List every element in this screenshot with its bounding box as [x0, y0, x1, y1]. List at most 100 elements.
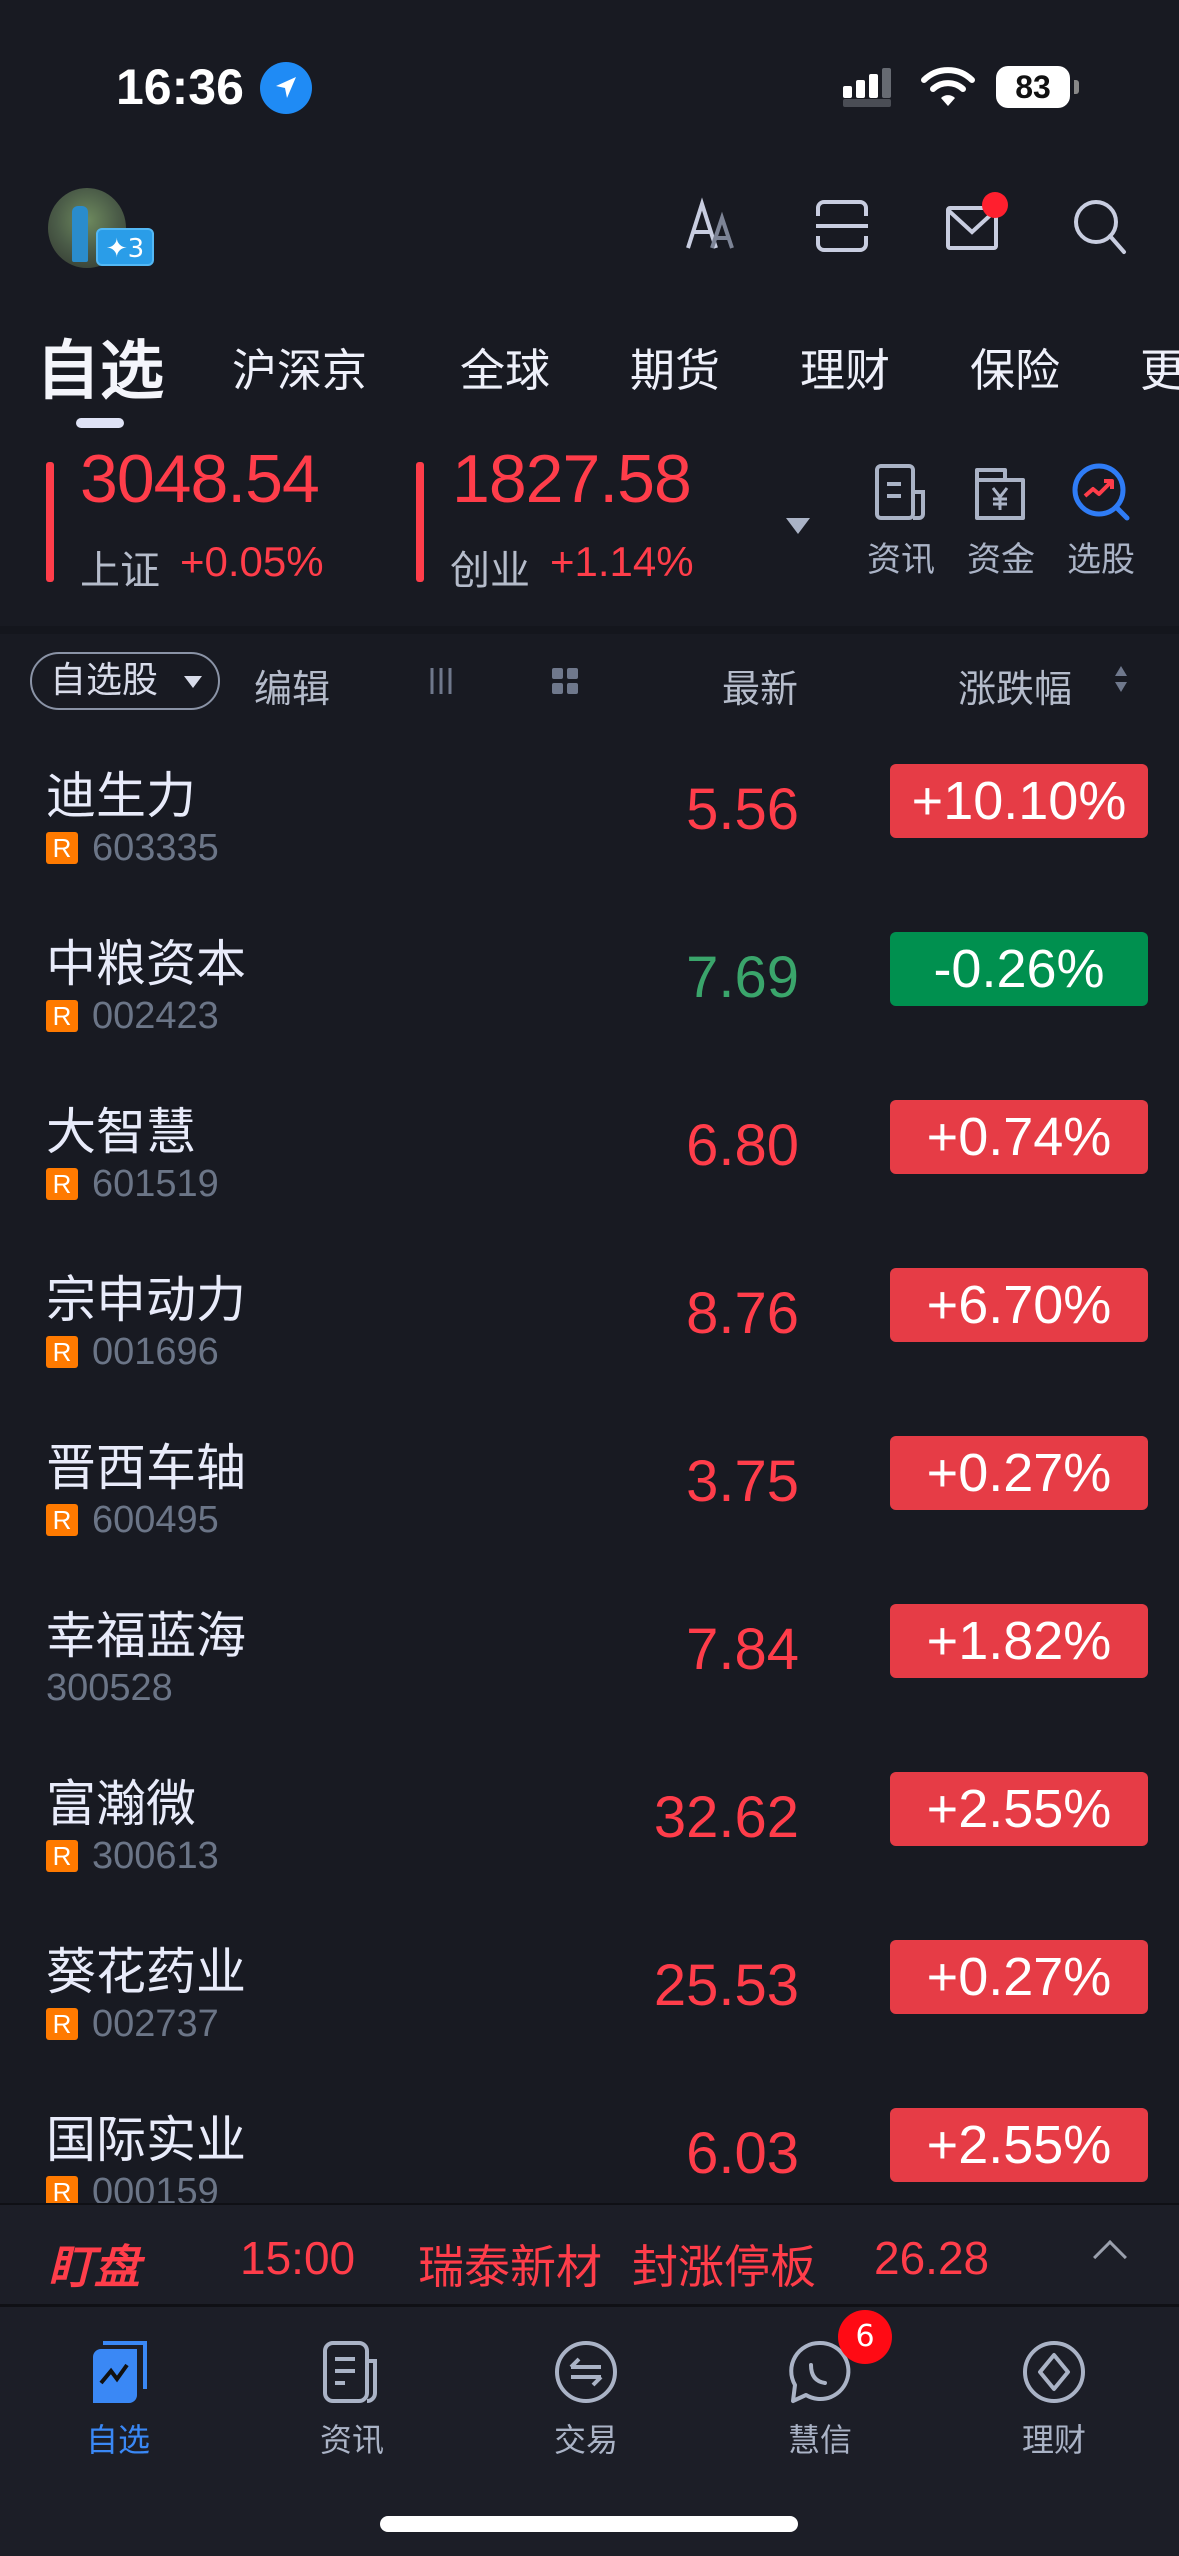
news-icon [282, 2339, 422, 2405]
column-latest[interactable]: 最新 [722, 658, 798, 713]
nav-wealth[interactable]: 理财 [984, 2339, 1124, 2461]
stock-change-badge[interactable]: +2.55% [890, 1772, 1148, 1846]
index-change: +0.05% [180, 538, 324, 585]
stock-code: 300613 [92, 1834, 219, 1877]
stock-name: 晋西车轴 [46, 1439, 246, 1497]
quick-fund-label: 资金 [967, 540, 1035, 580]
stock-code: 603335 [92, 826, 219, 869]
scan-icon[interactable] [812, 196, 872, 256]
trade-icon [516, 2339, 656, 2405]
nav-watchlist[interactable]: 自选 [48, 2339, 188, 2461]
stock-change-badge[interactable]: +10.10% [890, 764, 1148, 838]
status-bar: 16:36 83 [0, 0, 1179, 170]
status-time: 16:36 [116, 59, 244, 115]
stock-change-badge[interactable]: -0.26% [890, 932, 1148, 1006]
home-indicator[interactable] [380, 2516, 798, 2532]
edit-button[interactable]: 编辑 [254, 658, 330, 713]
tab-insurance[interactable]: 保险 [970, 334, 1060, 399]
fund-icon [956, 462, 1046, 522]
stock-price: 7.84 [686, 1617, 799, 1682]
list-header: 自选股 编辑 最新 涨跌幅 [0, 634, 1179, 726]
stock-row[interactable]: 国际实业 R 000159 6.03 +2.55% [0, 2070, 1179, 2204]
r-tag: R [46, 832, 78, 864]
stock-name: 宗申动力 [46, 1271, 246, 1329]
stock-price: 5.56 [686, 777, 799, 842]
stock-name: 大智慧 [46, 1103, 196, 1161]
ticker-logo: 盯盘 [48, 2240, 140, 2294]
stock-change-badge[interactable]: +1.82% [890, 1604, 1148, 1678]
stock-row[interactable]: 葵花药业 R 002737 25.53 +0.27% [0, 1902, 1179, 2070]
nav-news[interactable]: 资讯 [282, 2339, 422, 2461]
stock-row[interactable]: 大智慧 R 601519 6.80 +0.74% [0, 1062, 1179, 1230]
quick-news-label: 资讯 [867, 540, 935, 580]
font-size-icon[interactable] [682, 196, 742, 256]
r-tag: R [46, 2008, 78, 2040]
stock-picker-icon [1056, 462, 1146, 522]
stock-row[interactable]: 宗申动力 R 001696 8.76 +6.70% [0, 1230, 1179, 1398]
quick-news-button[interactable]: 资讯 [856, 462, 946, 581]
nav-wealth-label: 理财 [1021, 2421, 1086, 2459]
nav-trade-label: 交易 [553, 2421, 618, 2459]
stock-row[interactable]: 晋西车轴 R 600495 3.75 +0.27% [0, 1398, 1179, 1566]
messages-badge: 6 [838, 2310, 892, 2364]
tab-wealth[interactable]: 理财 [800, 334, 890, 399]
stock-row[interactable]: 中粮资本 R 002423 7.69 -0.26% [0, 894, 1179, 1062]
stock-code: 601519 [92, 1162, 219, 1205]
stock-name: 幸福蓝海 [46, 1607, 246, 1665]
battery-icon: 83 [996, 66, 1079, 108]
stock-code: 600495 [92, 1498, 219, 1541]
stock-change-badge[interactable]: +2.55% [890, 2108, 1148, 2182]
stock-price: 7.69 [686, 945, 799, 1010]
ticker-event: 封涨停板 [632, 2240, 816, 2294]
wealth-icon [984, 2339, 1124, 2405]
news-icon [856, 462, 946, 522]
wifi-icon [920, 66, 976, 114]
stock-row[interactable]: 幸福蓝海 300528 7.84 +1.82% [0, 1566, 1179, 1734]
stock-price: 3.75 [686, 1449, 799, 1514]
section-divider [0, 626, 1179, 634]
stock-change-badge[interactable]: +0.27% [890, 1940, 1148, 2014]
tab-watchlist[interactable]: 自选 [36, 320, 164, 412]
tab-shanghai-shenzhen-beijing[interactable]: 沪深京 [232, 334, 367, 399]
nav-watchlist-label: 自选 [85, 2421, 150, 2459]
r-tag: R [46, 2176, 78, 2204]
stock-change-badge[interactable]: +6.70% [890, 1268, 1148, 1342]
index-bar [46, 462, 54, 582]
column-change[interactable]: 涨跌幅 [958, 658, 1072, 713]
quick-stock-picker-label: 选股 [1067, 540, 1135, 580]
stock-list: 迪生力 R 603335 5.56 +10.10% 中粮资本 R 002423 7.… [0, 726, 1179, 2204]
stock-name: 中粮资本 [46, 935, 246, 993]
stock-row[interactable]: 富瀚微 R 300613 32.62 +2.55% [0, 1734, 1179, 1902]
stock-name: 迪生力 [46, 767, 196, 825]
index-value: 1827.58 [452, 441, 692, 517]
tab-futures[interactable]: 期货 [630, 334, 720, 399]
stock-change-badge[interactable]: +0.27% [890, 1436, 1148, 1510]
watchlist-icon [48, 2339, 188, 2405]
index-dropdown-icon[interactable] [786, 518, 810, 534]
index-change: +1.14% [550, 538, 694, 585]
grid-view-icon[interactable] [550, 666, 580, 700]
market-watch-ticker[interactable]: 盯盘 15:00 瑞泰新材 封涨停板 26.28 [0, 2203, 1179, 2307]
ticker-stock: 瑞泰新材 [418, 2240, 602, 2294]
stock-change-badge[interactable]: +0.74% [890, 1100, 1148, 1174]
stock-price: 25.53 [653, 1953, 799, 2018]
quick-stock-picker-button[interactable]: 选股 [1056, 462, 1146, 581]
active-tab-indicator [76, 418, 124, 428]
search-icon[interactable] [1070, 196, 1130, 256]
tab-more[interactable]: 更 [1140, 334, 1179, 399]
nav-trade[interactable]: 交易 [516, 2339, 656, 2461]
chevron-up-icon[interactable] [1093, 2240, 1127, 2274]
tab-global[interactable]: 全球 [460, 334, 550, 399]
group-selector[interactable]: 自选股 [30, 652, 220, 710]
r-tag: R [46, 1504, 78, 1536]
r-tag: R [46, 1840, 78, 1872]
category-tabs: 自选 沪深京 全球 期货 理财 保险 更 [0, 320, 1179, 410]
stock-row[interactable]: 迪生力 R 603335 5.56 +10.10% [0, 726, 1179, 894]
r-tag: R [46, 1168, 78, 1200]
list-view-icon[interactable] [426, 666, 456, 700]
stock-price: 8.76 [686, 1281, 799, 1346]
sort-icon[interactable] [1113, 666, 1129, 696]
level-badge: ✦3 [96, 228, 154, 266]
quick-fund-button[interactable]: 资金 [956, 462, 1046, 581]
signal-icon [843, 68, 903, 112]
